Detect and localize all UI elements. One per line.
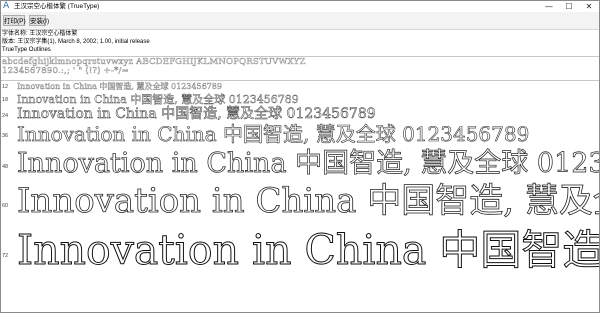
size-label: 12 bbox=[2, 84, 9, 90]
maximize-icon[interactable]: ☐ bbox=[559, 1, 579, 12]
print-button[interactable]: 打印(P) bbox=[3, 15, 26, 26]
size-label: 24 bbox=[2, 113, 9, 119]
close-icon[interactable]: ✕ bbox=[579, 1, 599, 12]
window-title: 王汉宗空心楷体繁 (TrueType) bbox=[14, 3, 100, 10]
size-label: 60 bbox=[2, 203, 9, 209]
charset-digits-symbols: 1234567890.:,; ' " (!?) +-*/= bbox=[2, 66, 129, 76]
sample-row-72: 72 Innovation in China 中国智造, bbox=[1, 223, 599, 279]
version-line: 版本: 王汉宗字集(1), March 8, 2002; 1.00, initi… bbox=[2, 39, 150, 45]
sample-row-36: 36 Innovation in China 中国智造, 慧及全球 012345… bbox=[1, 120, 599, 148]
size-label: 36 bbox=[2, 133, 9, 139]
install-button[interactable]: 安装(I) bbox=[29, 15, 49, 26]
sample-text: Innovation in China 中国智造, 慧及全球 012345678… bbox=[17, 148, 599, 180]
sample-text: Innovation in China 中国智造, 慧及全球 012345678… bbox=[17, 122, 530, 147]
font-viewer-icon: A bbox=[3, 1, 10, 11]
outline-type-line: TrueType Outlines bbox=[2, 47, 51, 53]
font-viewer-window: A 王汉宗空心楷体繁 (TrueType) — ☐ ✕ 打印(P) 安装(I) … bbox=[0, 0, 600, 313]
sample-text: Innovation in China 中国智造, 慧及全球 012345678… bbox=[17, 82, 222, 91]
sample-row-60: 60 Innovation in China 中国智造, 慧及全球 bbox=[1, 179, 599, 225]
font-info: 字体名称: 王汉宗空心楷体繁 版本: 王汉宗字集(1), March 8, 20… bbox=[2, 30, 598, 54]
sample-row-48: 48 Innovation in China 中国智造, 慧及全球 012345… bbox=[1, 146, 599, 182]
size-label: 48 bbox=[2, 164, 9, 170]
size-label: 18 bbox=[2, 97, 9, 103]
title-bar[interactable]: A 王汉宗空心楷体繁 (TrueType) — ☐ ✕ bbox=[1, 1, 599, 12]
toolbar: 打印(P) 安装(I) bbox=[1, 12, 599, 30]
size-label: 72 bbox=[2, 253, 9, 259]
sample-text: Innovation in China 中国智造, bbox=[16, 226, 599, 275]
font-name-line: 字体名称: 王汉宗空心楷体繁 bbox=[2, 31, 78, 37]
sample-text: Innovation in China 中国智造, 慧及全球 bbox=[17, 181, 599, 222]
minimize-icon[interactable]: — bbox=[539, 1, 559, 12]
